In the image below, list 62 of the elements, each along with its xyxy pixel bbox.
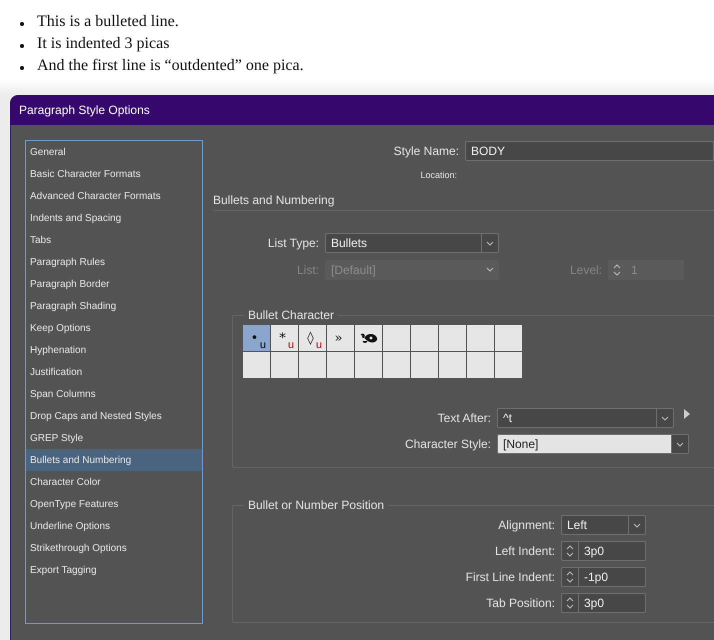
stepper-arrows-icon[interactable]	[566, 570, 574, 584]
sidebar-item[interactable]: General	[26, 141, 202, 163]
bullet-icon	[20, 22, 24, 26]
text-after-dropdown[interactable]: ^t	[497, 408, 674, 428]
sidebar-item[interactable]: Indents and Spacing	[26, 207, 202, 229]
bullet-icon	[20, 44, 24, 48]
font-flag-label: u	[316, 340, 322, 351]
sidebar-item[interactable]: Paragraph Rules	[26, 251, 202, 273]
flyout-arrow-icon[interactable]	[684, 409, 690, 419]
chevron-down-icon	[661, 416, 669, 420]
list-type-dropdown[interactable]: Bullets	[325, 233, 499, 253]
sidebar-item[interactable]: Hyphenation	[26, 339, 202, 361]
sidebar-item[interactable]: Character Color	[26, 471, 202, 493]
stepper-arrows-icon[interactable]	[566, 596, 574, 610]
section-heading: Bullets and Numbering	[213, 192, 334, 206]
sidebar-item[interactable]: Basic Character Formats	[26, 163, 202, 185]
font-flag-label: u	[260, 340, 266, 351]
sidebar-item[interactable]: Paragraph Shading	[26, 295, 202, 317]
style-name-field[interactable]: BODY	[465, 141, 714, 161]
chevron-down-icon	[676, 442, 684, 446]
bullet-icon	[20, 66, 24, 70]
sidebar-item[interactable]: Export Tagging	[26, 559, 202, 581]
group-title: Bullet Character	[247, 308, 336, 322]
bullet-option[interactable]	[355, 325, 382, 351]
list-item: It is indented 3 picas	[37, 35, 170, 53]
chevron-down-icon	[633, 522, 641, 528]
alignment-dropdown[interactable]: Left	[561, 515, 646, 535]
indent-field[interactable]: 3p0	[561, 541, 646, 561]
field-label: Tab Position:	[485, 596, 555, 610]
sidebar-item[interactable]: Span Columns	[26, 383, 202, 405]
chevron-down-icon	[486, 267, 494, 272]
sidebar-item[interactable]: Strikethrough Options	[26, 537, 202, 559]
stepper-arrows-icon[interactable]	[566, 544, 574, 558]
ornament-icon	[360, 332, 378, 344]
list-item: This is a bulleted line.	[37, 13, 179, 31]
indent-field[interactable]: -1p0	[561, 567, 646, 587]
sidebar-item[interactable]: Justification	[26, 361, 202, 383]
sidebar-item[interactable]: Paragraph Border	[26, 273, 202, 295]
sidebar-item[interactable]: Drop Caps and Nested Styles	[26, 405, 202, 427]
sidebar-item[interactable]: OpenType Features	[26, 493, 202, 515]
window-title: Paragraph Style Options	[19, 103, 150, 117]
indent-field[interactable]: 3p0	[561, 593, 646, 613]
field-label: Text After:	[436, 411, 491, 425]
field-label: Left Indent:	[494, 544, 555, 558]
sidebar-item[interactable]: GREP Style	[26, 427, 202, 449]
list-item: And the first line is “outdented” one pica.	[37, 57, 304, 75]
sidebar-item[interactable]: Tabs	[26, 229, 202, 251]
field-label: First Line Indent:	[464, 570, 555, 584]
font-flag-label: u	[288, 340, 294, 351]
sidebar-item[interactable]: Bullets and Numbering	[26, 449, 202, 471]
field-label: Character Style:	[404, 437, 491, 451]
chevron-down-icon	[486, 240, 494, 246]
field-label: Alignment:	[497, 518, 555, 532]
group-title: Bullet or Number Position	[247, 498, 386, 512]
field-label: List Type:	[266, 236, 319, 250]
location-label: Location:	[419, 170, 457, 180]
character-style-dropdown[interactable]: [None]	[497, 434, 689, 454]
sidebar-item[interactable]: Advanced Character Formats	[26, 185, 202, 207]
bullet-option[interactable]: »	[327, 325, 354, 351]
field-label: Style Name:	[392, 144, 459, 158]
sidebar-item[interactable]: Keep Options	[26, 317, 202, 339]
sidebar-item[interactable]: Underline Options	[26, 515, 202, 537]
